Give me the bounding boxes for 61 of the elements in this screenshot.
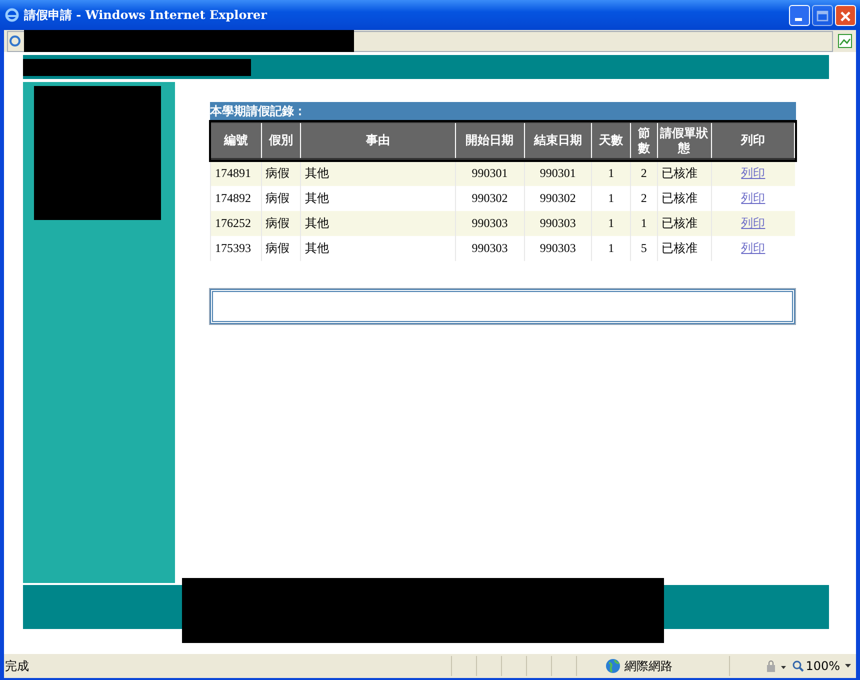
table-cell: 990303 — [472, 241, 508, 255]
table-cell: 176252 — [215, 216, 251, 230]
print-link[interactable]: 列印 — [741, 241, 766, 255]
table-cell: 1 — [608, 166, 614, 180]
table-cell: 174891 — [215, 166, 251, 180]
table-cell: 990302 — [540, 191, 576, 205]
table-cell: 已核准 — [662, 241, 698, 255]
column-header: 結束日期 — [524, 122, 592, 160]
minimize-button[interactable] — [789, 4, 810, 26]
table-cell: 病假 — [266, 241, 290, 255]
column-header: 假別 — [261, 122, 301, 160]
zone-label: 網際網路 — [624, 658, 674, 674]
table-cell: 1 — [608, 191, 614, 205]
table-cell: 2 — [640, 166, 647, 180]
window-title: 請假申請 - Windows Internet Explorer — [24, 6, 267, 24]
table-cell: 2 — [640, 191, 647, 205]
table-cell: 其他 — [305, 216, 330, 230]
globe-icon — [604, 658, 621, 674]
table-cell: 已核准 — [662, 166, 698, 180]
table-cell: 其他 — [305, 191, 330, 205]
page-icon — [8, 34, 22, 48]
table-cell: 病假 — [266, 191, 290, 205]
table-cell: 病假 — [266, 216, 290, 230]
zoom-control[interactable]: 100% — [792, 659, 840, 673]
magnifier-icon — [792, 660, 804, 672]
column-header: 天數 — [592, 122, 631, 160]
table-cell: 174892 — [215, 191, 251, 205]
maximize-button[interactable] — [812, 4, 833, 26]
table-cell: 990302 — [472, 191, 508, 205]
close-button[interactable] — [835, 4, 856, 26]
column-header: 請假單狀態 — [657, 122, 712, 160]
table-cell: 其他 — [305, 241, 330, 255]
table-cell: 990303 — [472, 216, 508, 230]
print-link[interactable]: 列印 — [741, 191, 766, 205]
print-link[interactable]: 列印 — [741, 166, 766, 180]
browser-icon — [4, 7, 20, 23]
column-header: 列印 — [711, 122, 794, 160]
table-cell: 病假 — [266, 166, 290, 180]
table-cell: 990301 — [472, 166, 508, 180]
column-header: 編號 — [210, 122, 262, 160]
table-cell: 1 — [608, 216, 614, 230]
print-link[interactable]: 列印 — [741, 216, 766, 230]
table-cell: 1 — [608, 241, 614, 255]
table-cell: 990301 — [540, 166, 576, 180]
column-header: 開始日期 — [455, 122, 524, 160]
image-icon[interactable] — [837, 33, 853, 49]
column-header: 節數 — [630, 122, 658, 160]
table-cell: 990303 — [540, 216, 576, 230]
table-cell: 990303 — [540, 241, 576, 255]
table-cell: 5 — [640, 241, 647, 255]
table-cell: 已核准 — [662, 216, 698, 230]
table-cell: 其他 — [305, 166, 330, 180]
column-header: 事由 — [300, 122, 456, 160]
caret-icon[interactable] — [844, 663, 852, 669]
minimize-icon — [795, 18, 802, 20]
table-cell: 已核准 — [662, 191, 698, 205]
status-text: 完成 — [5, 658, 29, 674]
table-cell: 1 — [640, 216, 647, 230]
table-cell: 175393 — [215, 241, 251, 255]
section-caption: 本學期請假記錄： — [210, 102, 796, 120]
address-field[interactable] — [7, 30, 833, 52]
